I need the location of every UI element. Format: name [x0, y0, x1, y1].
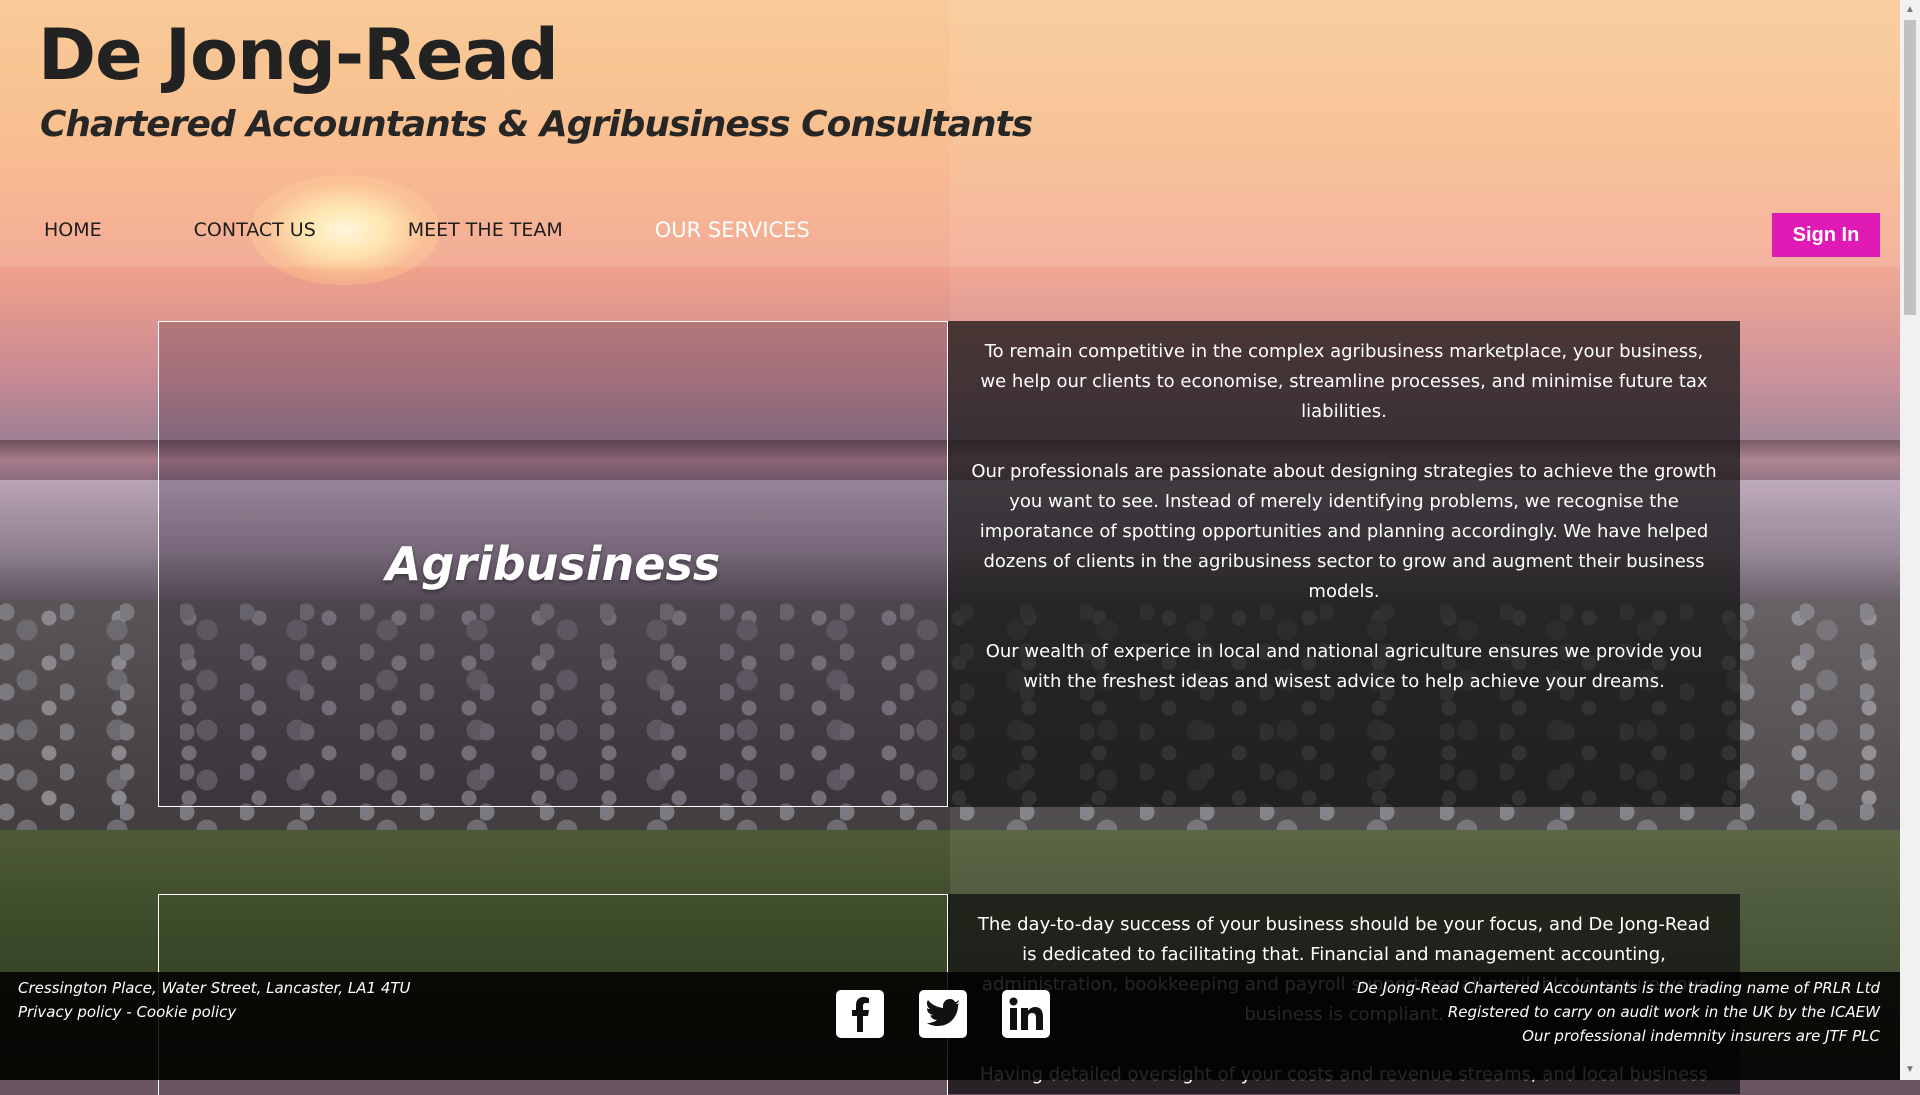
service-image-agribusiness: Agribusiness [158, 321, 948, 807]
privacy-policy-link[interactable]: Privacy policy [18, 1003, 122, 1021]
twitter-icon[interactable] [919, 990, 967, 1038]
linkedin-icon[interactable] [1002, 990, 1050, 1038]
site-footer: Cressington Place, Water Street, Lancast… [0, 972, 1900, 1080]
footer-address: Cressington Place, Water Street, Lancast… [18, 979, 411, 997]
footer-separator: - [121, 1003, 137, 1021]
nav-item-meet-the-team[interactable]: MEET THE TEAM [408, 214, 563, 250]
footer-right: De Jong-Read Chartered Accountants is th… [1357, 976, 1880, 1048]
service-paragraph: Our professionals are passionate about d… [971, 461, 1717, 602]
scroll-up-arrow-icon[interactable]: ▲ [1900, 0, 1920, 20]
social-links [836, 990, 1085, 1038]
footer-left: Cressington Place, Water Street, Lancast… [18, 976, 411, 1024]
service-paragraph: Our wealth of experice in local and nati… [985, 641, 1703, 692]
nav-item-home[interactable]: HOME [44, 214, 102, 250]
footer-legal-line: Our professional indemnity insurers are … [1522, 1027, 1880, 1045]
facebook-icon[interactable] [836, 990, 884, 1038]
vertical-scrollbar[interactable]: ▲ ▼ [1900, 0, 1920, 1080]
sign-in-button[interactable]: Sign In [1772, 213, 1880, 257]
site-header: De Jong-Read Chartered Accountants & Agr… [0, 0, 1900, 267]
footer-policy-links: Privacy policy - Cookie policy [18, 1000, 411, 1024]
footer-legal-line: Registered to carry on audit work in the… [1447, 1003, 1880, 1021]
footer-legal-line: De Jong-Read Chartered Accountants is th… [1356, 979, 1880, 997]
service-title: Agribusiness [385, 537, 721, 591]
site-subtitle: Chartered Accountants & Agribusiness Con… [40, 104, 1033, 145]
nav-item-contact-us[interactable]: CONTACT US [194, 214, 316, 250]
scroll-thumb[interactable] [1904, 20, 1916, 315]
nav-item-our-services[interactable]: OUR SERVICES [655, 214, 810, 250]
cookie-policy-link[interactable]: Cookie policy [136, 1003, 236, 1021]
service-paragraph: To remain competitive in the complex agr… [980, 341, 1708, 422]
service-description: To remain competitive in the complex agr… [948, 321, 1740, 807]
site-title: De Jong-Read [38, 14, 559, 96]
main-nav: HOME CONTACT US MEET THE TEAM OUR SERVIC… [44, 214, 902, 250]
scroll-down-arrow-icon[interactable]: ▼ [1900, 1060, 1920, 1080]
